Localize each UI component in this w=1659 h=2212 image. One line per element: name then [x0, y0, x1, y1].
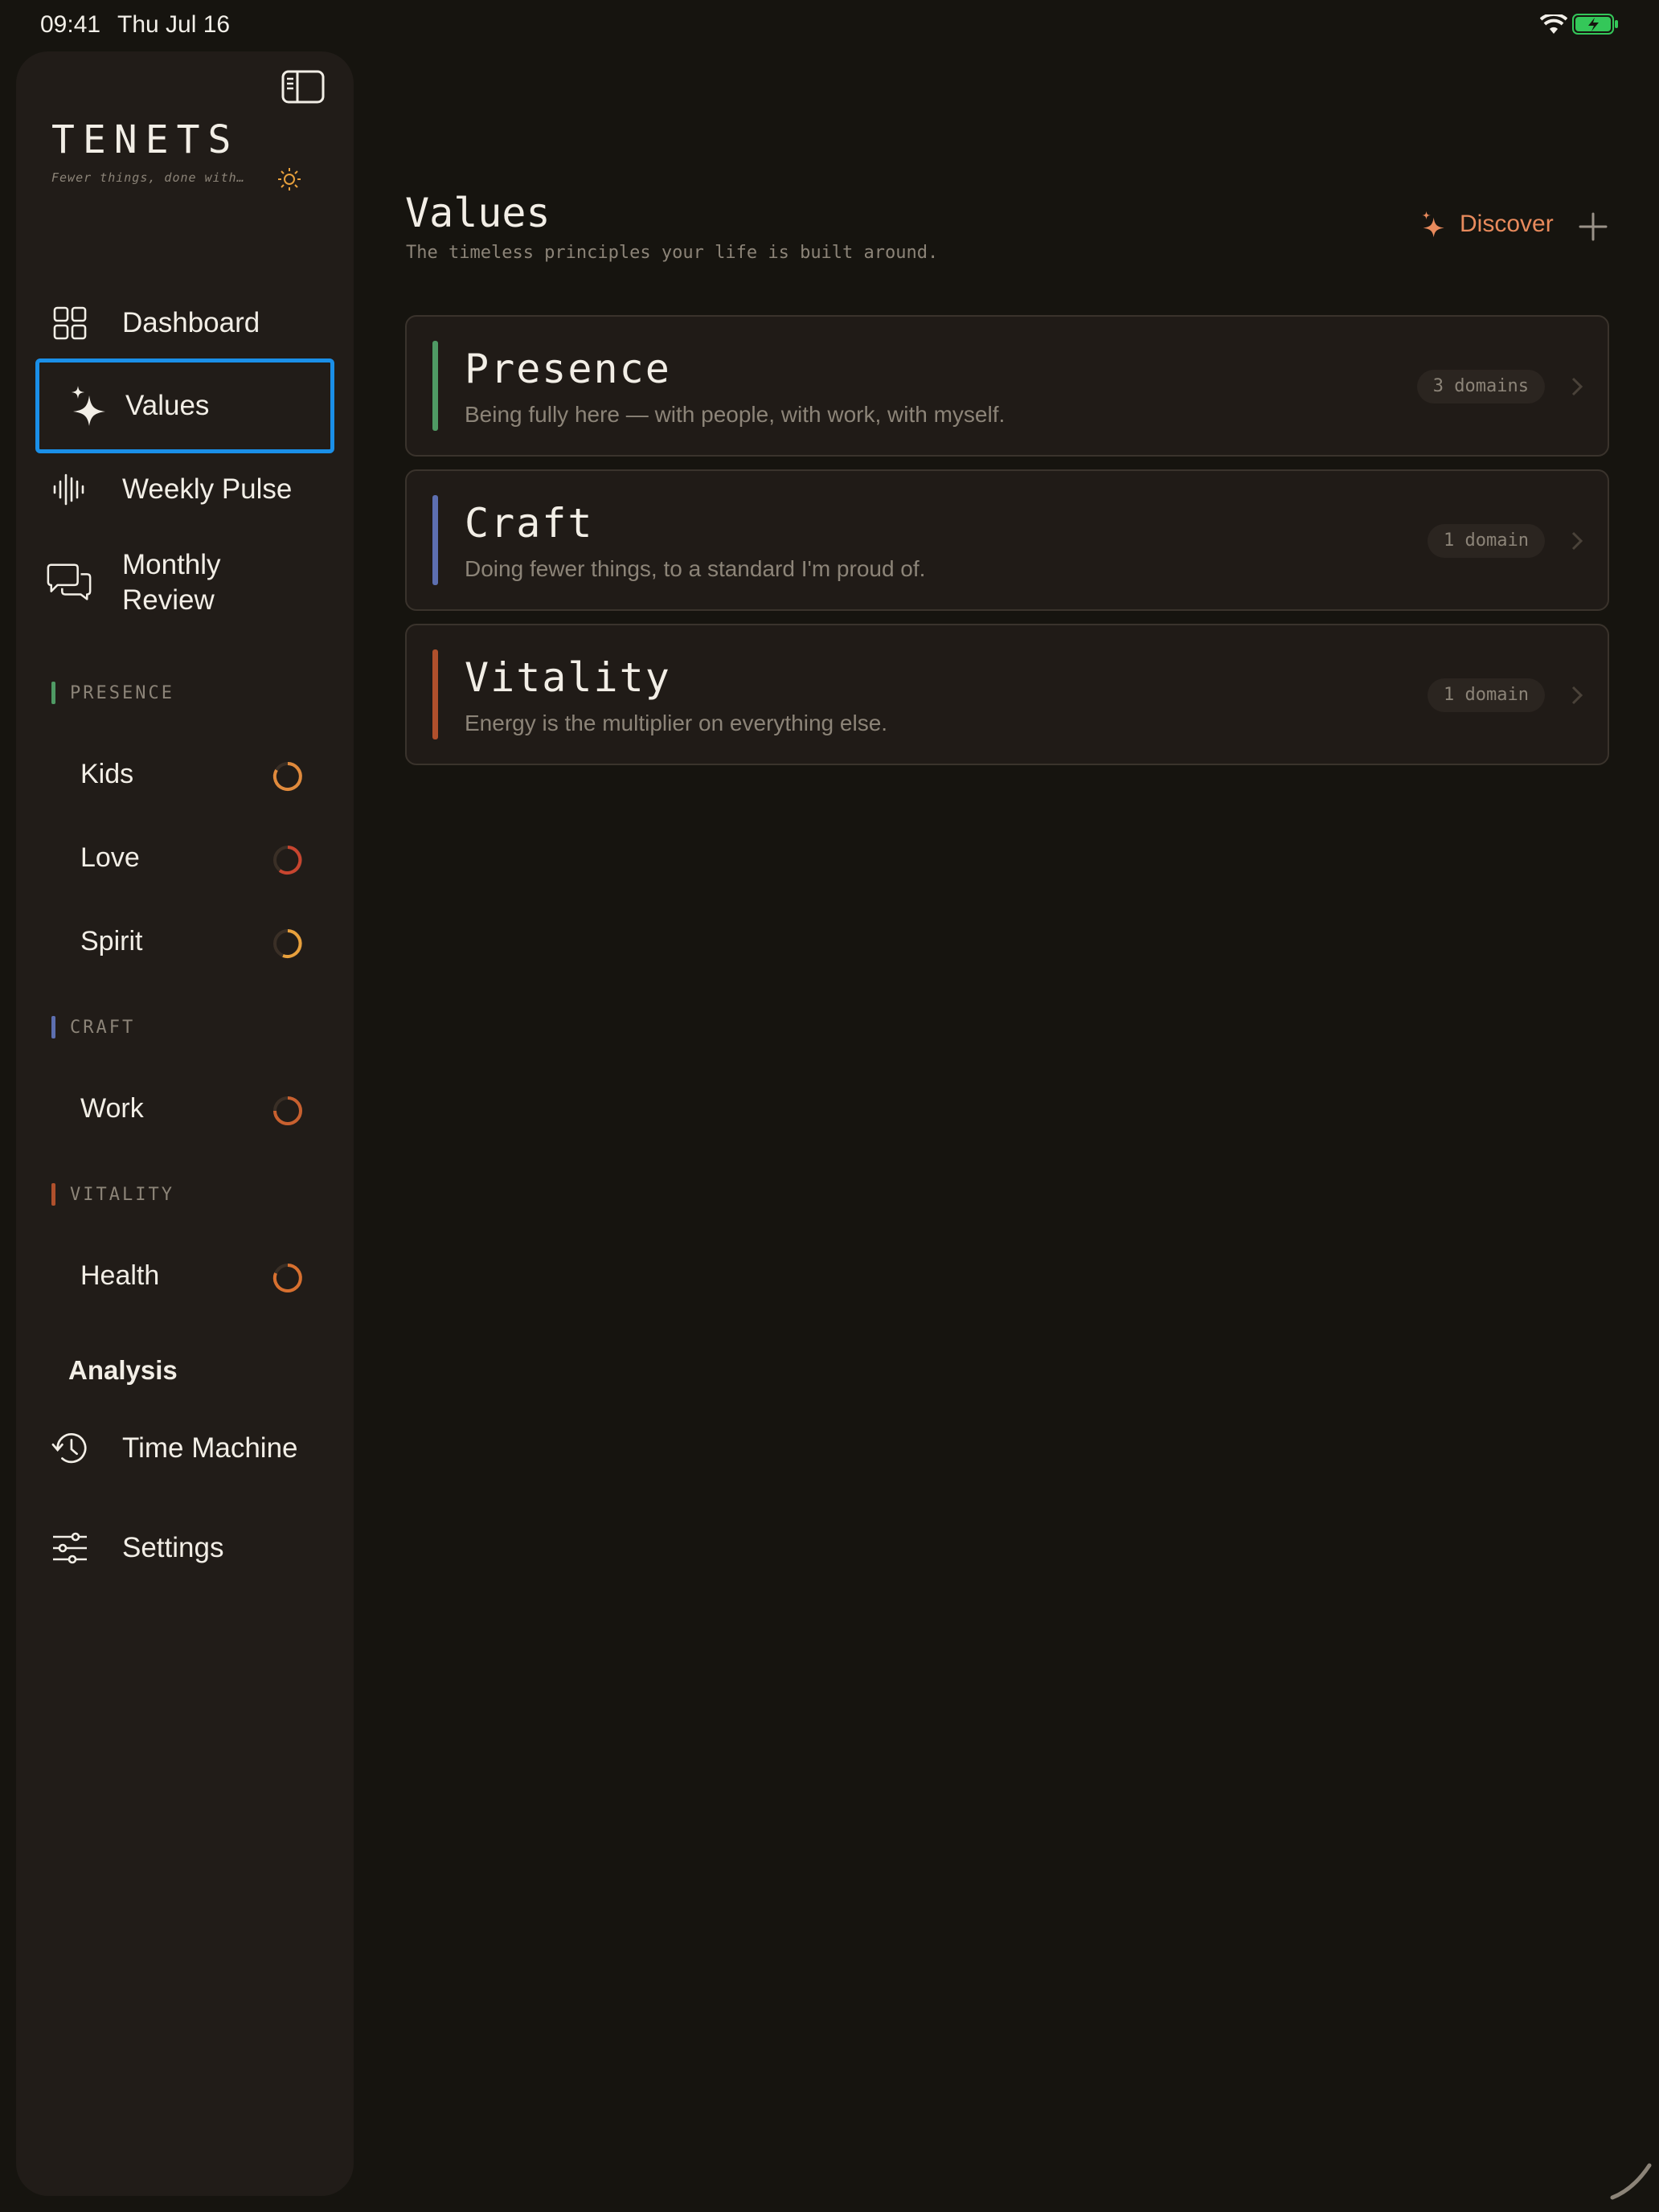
progress-ring-icon	[273, 1096, 302, 1125]
plus-icon[interactable]	[1577, 211, 1609, 243]
nav-label: Settings	[122, 1532, 224, 1563]
nav-item-time-machine[interactable]: Time Machine	[19, 1403, 318, 1493]
nav-item-values[interactable]: Values	[35, 358, 334, 453]
domain-item-love[interactable]: Love	[80, 836, 305, 884]
value-name: Vitality	[465, 654, 671, 701]
domain-count-badge: 1 domain	[1428, 524, 1545, 558]
discover-button[interactable]: Discover	[1421, 211, 1554, 238]
value-description: Energy is the multiplier on everything e…	[465, 711, 888, 735]
section-header-vitality: VITALITY	[51, 1183, 174, 1206]
section-label: PRESENCE	[70, 682, 174, 703]
chevron-right-icon	[1571, 531, 1583, 551]
value-description: Being fully here — with people, with wor…	[465, 402, 1006, 427]
chat-bubbles-icon	[45, 563, 93, 601]
section-header-presence: PRESENCE	[51, 682, 174, 704]
nav-label: Weekly Pulse	[122, 473, 293, 505]
nav-item-settings[interactable]: Settings	[19, 1503, 318, 1593]
chevron-right-icon	[1571, 377, 1583, 396]
nav-item-dashboard[interactable]: Dashboard	[19, 278, 318, 368]
domain-item-spirit[interactable]: Spirit	[80, 920, 305, 968]
sparkles-icon	[70, 386, 107, 426]
value-color-bar	[432, 649, 438, 739]
section-color-bar	[51, 1183, 55, 1206]
domain-item-kids[interactable]: Kids	[80, 752, 305, 801]
value-card-craft[interactable]: Craft Doing fewer things, to a standard …	[405, 469, 1609, 611]
sparkles-icon	[1422, 211, 1444, 238]
progress-ring-icon	[273, 846, 302, 875]
section-label: VITALITY	[70, 1184, 174, 1205]
status-time: 09:41	[40, 11, 101, 38]
chevron-right-icon	[1571, 686, 1583, 705]
nav-label: Values	[125, 390, 210, 421]
waveform-icon	[51, 471, 88, 508]
domain-count-badge: 3 domains	[1416, 370, 1545, 403]
value-color-bar	[432, 495, 438, 585]
value-color-bar	[432, 341, 438, 431]
page-title: Values	[405, 190, 551, 236]
progress-ring-icon	[272, 762, 302, 791]
nav-label: Time Machine	[122, 1432, 298, 1464]
value-card-vitality[interactable]: Vitality Energy is the multiplier on eve…	[405, 624, 1609, 765]
domain-label: Health	[80, 1260, 160, 1291]
domain-label: Work	[80, 1093, 144, 1124]
status-bar: 09:41 Thu Jul 16	[0, 0, 1659, 50]
battery-charging-icon	[1572, 14, 1618, 35]
domain-label: Kids	[80, 759, 134, 789]
value-card-presence[interactable]: Presence Being fully here — with people,…	[405, 315, 1609, 457]
section-color-bar	[51, 682, 55, 704]
analysis-header: Analysis	[68, 1355, 178, 1385]
domain-count-badge: 1 domain	[1428, 678, 1545, 712]
sidebar-toggle-icon[interactable]	[281, 69, 325, 104]
sliders-icon	[51, 1530, 88, 1567]
grid-icon	[51, 305, 88, 342]
brand: TENETS Fewer things, done with…	[51, 117, 245, 185]
section-color-bar	[51, 1016, 55, 1038]
brand-title: TENETS	[51, 117, 240, 162]
domain-item-work[interactable]: Work	[80, 1087, 305, 1135]
brand-subtitle: Fewer things, done with…	[51, 170, 245, 185]
value-description: Doing fewer things, to a standard I'm pr…	[465, 556, 926, 581]
nav-label: Monthly Review	[122, 549, 221, 616]
wifi-icon	[1540, 14, 1567, 34]
discover-label: Discover	[1460, 211, 1554, 237]
nav-item-weekly-pulse[interactable]: Weekly Pulse	[19, 444, 318, 535]
page-subtitle: The timeless principles your life is bui…	[406, 243, 939, 263]
domain-label: Spirit	[80, 926, 143, 956]
value-name: Presence	[465, 346, 671, 392]
home-indicator-corner	[1610, 2163, 1652, 2200]
domain-label: Love	[80, 842, 140, 873]
section-header-craft: CRAFT	[51, 1016, 135, 1038]
status-date: Thu Jul 16	[117, 11, 231, 38]
history-icon	[51, 1430, 88, 1467]
nav-item-monthly-review[interactable]: Monthly Review	[19, 539, 318, 627]
nav-label: Dashboard	[122, 307, 260, 338]
section-label: CRAFT	[70, 1017, 136, 1038]
value-name: Craft	[465, 500, 594, 547]
sun-icon[interactable]	[277, 167, 301, 191]
progress-ring-icon	[272, 1264, 302, 1292]
progress-ring-icon	[273, 929, 302, 958]
domain-item-health[interactable]: Health	[80, 1254, 305, 1302]
